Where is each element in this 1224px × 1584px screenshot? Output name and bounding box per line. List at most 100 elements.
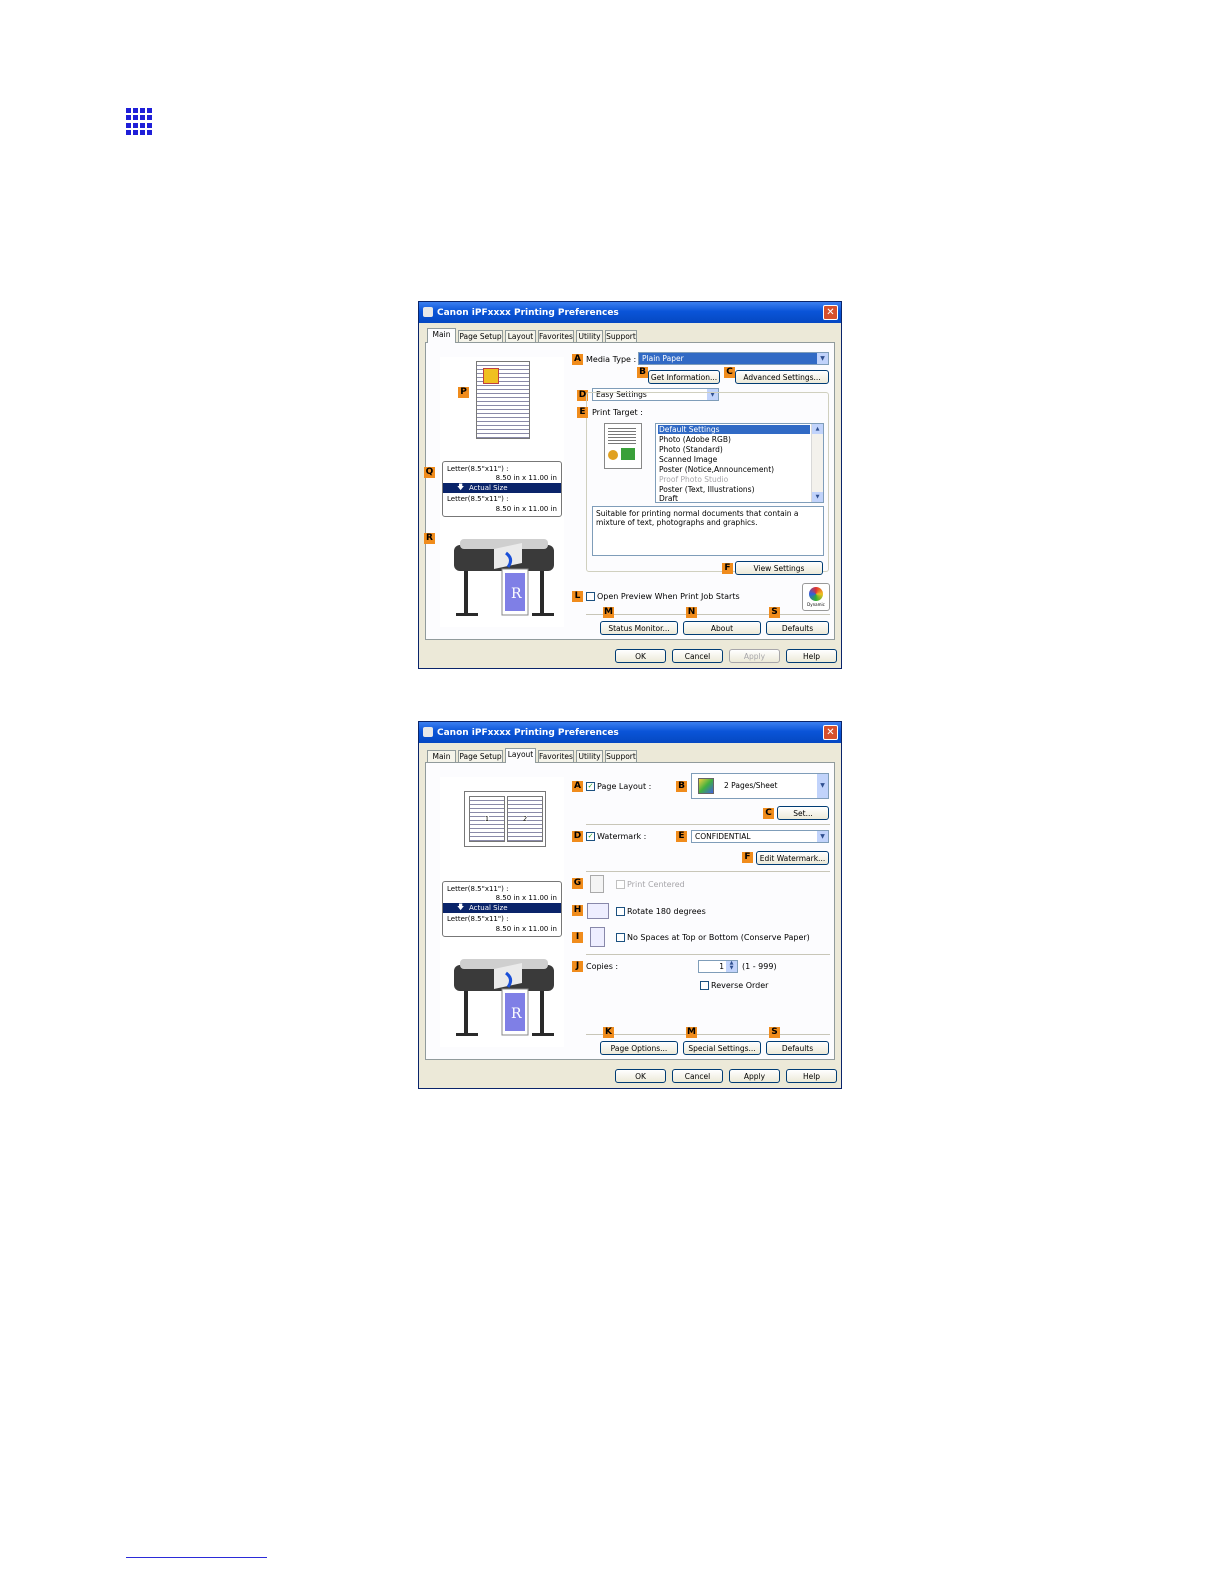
list-item[interactable]: Poster (Notice,Announcement): [659, 465, 774, 474]
tab-layout[interactable]: Layout: [505, 330, 536, 342]
chevron-down-icon: ▼: [817, 831, 828, 842]
copies-range: (1 - 999): [742, 962, 777, 971]
page-preview-2: 2: [507, 796, 543, 842]
printer-app-icon: [423, 307, 433, 317]
no-spaces-checkbox[interactable]: [616, 933, 625, 942]
dynamic-label: Dynamic: [807, 602, 825, 607]
page-preview: [476, 361, 530, 439]
close-icon[interactable]: ✕: [823, 725, 838, 740]
layout-icon: [698, 778, 714, 794]
open-preview-checkbox[interactable]: [586, 592, 595, 601]
list-item[interactable]: Draft: [659, 494, 678, 503]
defaults-button[interactable]: Defaults: [766, 1041, 829, 1055]
tab-favorites[interactable]: Favorites: [538, 750, 574, 762]
defaults-button[interactable]: Defaults: [766, 621, 829, 635]
page-layout-select[interactable]: 2 Pages/Sheet ▼: [691, 773, 829, 799]
down-arrow-icon: 🡇: [457, 483, 465, 491]
close-icon[interactable]: ✕: [823, 305, 838, 320]
watermark-checkbox[interactable]: ✓: [586, 832, 595, 841]
chevron-down-icon: ▼: [817, 353, 828, 364]
paper-size-box: Letter(8.5"x11") : 8.50 in x 11.00 in 🡇 A…: [442, 461, 562, 517]
print-centered-label: Print Centered: [627, 880, 685, 889]
badge-e: E: [676, 831, 687, 842]
cancel-button[interactable]: Cancel: [672, 1069, 723, 1083]
tab-panel: Letter(8.5"x11") : 8.50 in x 11.00 in 🡇 A…: [424, 342, 835, 640]
divider: [586, 614, 830, 615]
list-item[interactable]: Photo (Standard): [659, 445, 723, 454]
list-item[interactable]: Scanned Image: [659, 455, 717, 464]
advanced-settings-button[interactable]: Advanced Settings...: [735, 370, 829, 384]
about-button[interactable]: About: [683, 621, 761, 635]
reverse-order-checkbox[interactable]: [700, 981, 709, 990]
scaling-bar: 🡇 Actual Size: [443, 903, 561, 913]
set-button[interactable]: Set...: [777, 806, 829, 820]
tab-main[interactable]: Main: [427, 750, 456, 762]
copies-value: 1: [719, 962, 724, 971]
apply-button[interactable]: Apply: [729, 1069, 780, 1083]
badge-n: N: [686, 607, 697, 618]
cancel-button[interactable]: Cancel: [672, 649, 723, 663]
view-settings-button[interactable]: View Settings: [735, 561, 823, 575]
title-bar: Canon iPFxxxx Printing Preferences ✕: [419, 302, 841, 323]
list-item: Proof Photo Studio: [659, 475, 729, 484]
target-preview-icon: [604, 423, 642, 469]
special-settings-button[interactable]: Special Settings...: [683, 1041, 761, 1055]
dialog-title: Canon iPFxxxx Printing Preferences: [437, 728, 619, 738]
list-item[interactable]: Photo (Adobe RGB): [659, 435, 731, 444]
rotate-checkbox[interactable]: [616, 907, 625, 916]
svg-text:R: R: [511, 1006, 522, 1022]
title-bar: Canon iPFxxxx Printing Preferences ✕: [419, 722, 841, 743]
tab-layout[interactable]: Layout: [505, 748, 536, 763]
list-item[interactable]: Poster (Text, Illustrations): [659, 485, 755, 494]
print-target-list[interactable]: Default Settings Photo (Adobe RGB) Photo…: [655, 423, 824, 503]
preview-area: 1 2 Letter(8.5"x11") : 8.50 in x 11.00 i…: [440, 777, 564, 1047]
copies-stepper[interactable]: 1 ▲ ▼: [698, 960, 738, 973]
status-monitor-button[interactable]: Status Monitor...: [600, 621, 678, 635]
no-spaces-label: No Spaces at Top or Bottom (Conserve Pap…: [627, 933, 810, 942]
image-icon: [483, 368, 499, 384]
page-layout-checkbox[interactable]: ✓: [586, 782, 595, 791]
tab-page-setup[interactable]: Page Setup: [458, 330, 503, 342]
get-information-button[interactable]: Get Information...: [648, 370, 720, 384]
list-scrollbar[interactable]: ▲ ▼: [811, 424, 823, 502]
ok-button[interactable]: OK: [615, 649, 666, 663]
media-type-select[interactable]: Plain Paper ▼: [638, 352, 829, 365]
page-number: 1: [484, 815, 490, 823]
chevron-down-icon[interactable]: ▼: [812, 492, 823, 502]
tab-favorites[interactable]: Favorites: [538, 330, 574, 342]
tab-main[interactable]: Main: [427, 328, 456, 343]
original-size-label: Letter(8.5"x11") :: [447, 885, 509, 893]
print-target-label: Print Target :: [592, 408, 643, 417]
badge-q: Q: [424, 467, 435, 478]
divider: [586, 824, 830, 825]
help-button[interactable]: Help: [786, 1069, 837, 1083]
original-size-value: 8.50 in x 11.00 in: [495, 474, 557, 482]
output-size-label: Letter(8.5"x11") :: [447, 495, 509, 503]
tab-page-setup[interactable]: Page Setup: [458, 750, 503, 762]
badge-l: L: [572, 591, 583, 602]
tab-support[interactable]: Support: [605, 750, 637, 762]
stepper-arrows-icon[interactable]: ▲ ▼: [726, 961, 737, 972]
tab-utility[interactable]: Utility: [576, 750, 603, 762]
edit-watermark-button[interactable]: Edit Watermark...: [756, 851, 829, 865]
watermark-label: Watermark :: [597, 832, 647, 841]
chevron-up-icon[interactable]: ▲: [812, 424, 823, 434]
tab-utility[interactable]: Utility: [576, 330, 603, 342]
dynamic-color-icon[interactable]: Dynamic: [802, 583, 830, 611]
conserve-paper-icon: [590, 927, 605, 947]
badge-k: K: [603, 1027, 614, 1038]
down-arrow-icon: 🡇: [457, 903, 465, 911]
page-layout-value: 2 Pages/Sheet: [724, 781, 778, 790]
badge-c: C: [763, 808, 774, 819]
list-item[interactable]: Default Settings: [658, 425, 810, 434]
watermark-select[interactable]: CONFIDENTIAL ▼: [691, 830, 829, 843]
printing-preferences-dialog-layout: Canon iPFxxxx Printing Preferences ✕ Mai…: [418, 721, 842, 1089]
help-button[interactable]: Help: [786, 649, 837, 663]
reverse-order-label: Reverse Order: [711, 981, 769, 990]
output-size-label: Letter(8.5"x11") :: [447, 915, 509, 923]
ok-button[interactable]: OK: [615, 1069, 666, 1083]
tab-support[interactable]: Support: [605, 330, 637, 342]
page-options-button[interactable]: Page Options...: [600, 1041, 678, 1055]
rotate-label: Rotate 180 degrees: [627, 907, 706, 916]
printer-illustration-icon: R: [454, 539, 554, 616]
